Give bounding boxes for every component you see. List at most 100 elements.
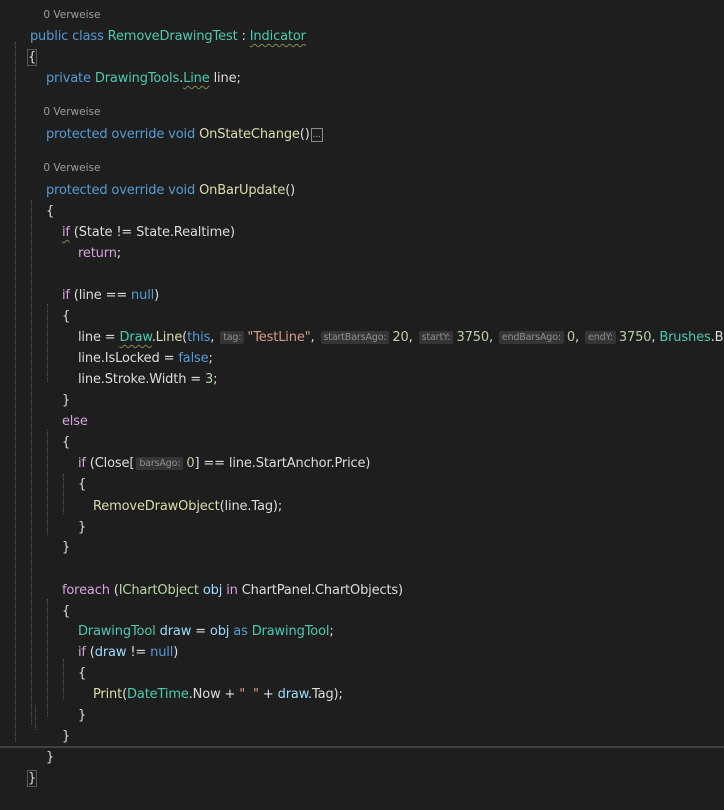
code-line-drawing-tool-decl: DrawingTool draw = obj as DrawingTool;	[62, 600, 334, 639]
code-line-stroke-width: line.Stroke.Width = 3;	[62, 348, 218, 387]
indent-guide	[15, 42, 16, 742]
code-line-else: else	[46, 390, 88, 429]
code-line-field: private DrawingTools.Line line;	[30, 47, 241, 86]
type-name: Line	[183, 71, 210, 86]
variable: line.Stroke.Width =	[77, 372, 206, 387]
arguments: (line.Tag);	[219, 499, 283, 514]
string-literal: "TestLine"	[247, 330, 311, 345]
type-name: DrawingTool	[251, 624, 330, 639]
punctuation: )	[173, 645, 179, 660]
code-line-brace: }	[46, 516, 70, 555]
number-literal: 3750	[618, 330, 652, 345]
code-line-foreach: foreach (IChartObject obj in ChartPanel.…	[46, 559, 403, 598]
punctuation: ;	[213, 372, 218, 387]
expression: (line ==	[69, 288, 132, 303]
code-line-brace: }	[30, 726, 54, 765]
number-literal: 0	[186, 456, 195, 471]
code-line-brace: {	[62, 642, 86, 681]
punctuation: (	[85, 645, 95, 660]
keyword: class	[72, 29, 104, 44]
inlay-hint: barsAgo:	[136, 457, 184, 470]
code-line-if-state: if (State != State.Realtime)	[46, 201, 235, 240]
type-name: DateTime	[127, 687, 189, 702]
keyword: null	[150, 645, 174, 660]
brace: }	[26, 770, 38, 787]
punctuation: =	[191, 624, 210, 639]
keyword: return	[77, 246, 117, 261]
number-literal: 0	[566, 330, 576, 345]
inlay-hint: endBarsAgo:	[498, 331, 564, 344]
brace: }	[77, 708, 87, 723]
inlay-hint: tag:	[220, 331, 245, 344]
method-name: OnStateChange	[199, 127, 300, 142]
operator: !=	[126, 645, 151, 660]
code-line-on-bar-update: protected override void OnBarUpdate()	[30, 159, 295, 198]
inlay-hint: endY:	[585, 331, 616, 344]
punctuation: )	[154, 288, 160, 303]
code-line-on-state-change: protected override void OnStateChange().…	[30, 103, 323, 142]
code-line-brace: }	[62, 684, 86, 723]
code-line-brace: {	[30, 180, 54, 219]
code-line-return: return;	[62, 222, 121, 261]
punctuation: :	[237, 29, 250, 44]
code-line-if-draw: if (draw != null)	[62, 621, 178, 660]
variable: obj	[209, 624, 230, 639]
code-line-class-declaration: public class RemoveDrawingTest : Indicat…	[14, 5, 306, 44]
punctuation: ,	[310, 330, 319, 345]
codelens-references[interactable]: 0 Verweise	[30, 88, 100, 118]
code-line-brace: }	[12, 747, 38, 787]
method-name: OnBarUpdate	[199, 183, 286, 198]
code-line-draw-line: line = Draw.Line(this, tag: "TestLine", s…	[62, 306, 724, 345]
brace: }	[61, 729, 71, 744]
code-line-brace: }	[46, 369, 70, 408]
code-line-brace: {	[46, 411, 70, 450]
code-line-brace: }	[62, 496, 86, 535]
variable: draw	[94, 645, 127, 660]
code-line-brace: {	[12, 26, 38, 66]
editor-divider	[0, 746, 724, 748]
punctuation: ;	[329, 624, 334, 639]
class-name: RemoveDrawingTest	[107, 29, 238, 44]
field-name: line;	[209, 71, 241, 86]
code-editor[interactable]: 0 Verweise public class RemoveDrawingTes…	[0, 0, 724, 787]
punctuation: (	[109, 583, 119, 598]
type-name: IChartObject	[118, 583, 199, 598]
expression: (Close[	[85, 456, 135, 471]
expression: ] == line.StartAnchor.Price)	[194, 456, 371, 471]
base-type: Indicator	[249, 29, 306, 44]
method-name: RemoveDrawObject	[92, 499, 220, 514]
variable: obj	[198, 583, 227, 598]
brace: }	[61, 540, 71, 555]
brace: }	[77, 520, 87, 535]
code-line-print: Print(DateTime.Now + " " + draw.Tag);	[77, 663, 343, 702]
code-line-brace: {	[46, 285, 70, 324]
string-literal: " "	[239, 687, 259, 702]
brace: }	[45, 750, 55, 765]
expression: .Now +	[188, 687, 240, 702]
punctuation: ()	[299, 127, 310, 142]
method-name: Print	[92, 687, 123, 702]
codelens-references[interactable]: 0 Verweise	[30, 144, 100, 174]
namespace: DrawingTools	[94, 71, 180, 86]
punctuation: ,	[488, 330, 497, 345]
code-line-if-close: if (Close[barsAgo: 0] == line.StartAnchor…	[62, 432, 371, 471]
inlay-hint: startBarsAgo:	[320, 331, 390, 344]
number-literal: 3	[205, 372, 214, 387]
code-line-if-line-null: if (line == null)	[46, 264, 159, 303]
code-line-is-locked: line.IsLocked = false;	[62, 327, 213, 366]
inlay-hint: startY:	[418, 331, 454, 344]
code-line-brace: }	[46, 705, 70, 744]
punctuation: ;	[116, 246, 122, 261]
number-literal: 3750	[456, 330, 489, 345]
keyword: in	[226, 583, 238, 598]
indent-guide	[31, 200, 32, 725]
member-access: .Blue);	[710, 330, 724, 345]
keyword: private	[45, 71, 91, 86]
collapsed-region-button[interactable]: ...	[310, 128, 323, 142]
member-access: .Tag);	[308, 687, 343, 702]
punctuation: ()	[285, 183, 296, 198]
code-line-remove-draw-object: RemoveDrawObject(line.Tag);	[77, 475, 282, 514]
type-name: Brushes	[659, 330, 711, 345]
code-line-brace: {	[62, 453, 86, 492]
keyword: protected override void	[45, 127, 196, 142]
